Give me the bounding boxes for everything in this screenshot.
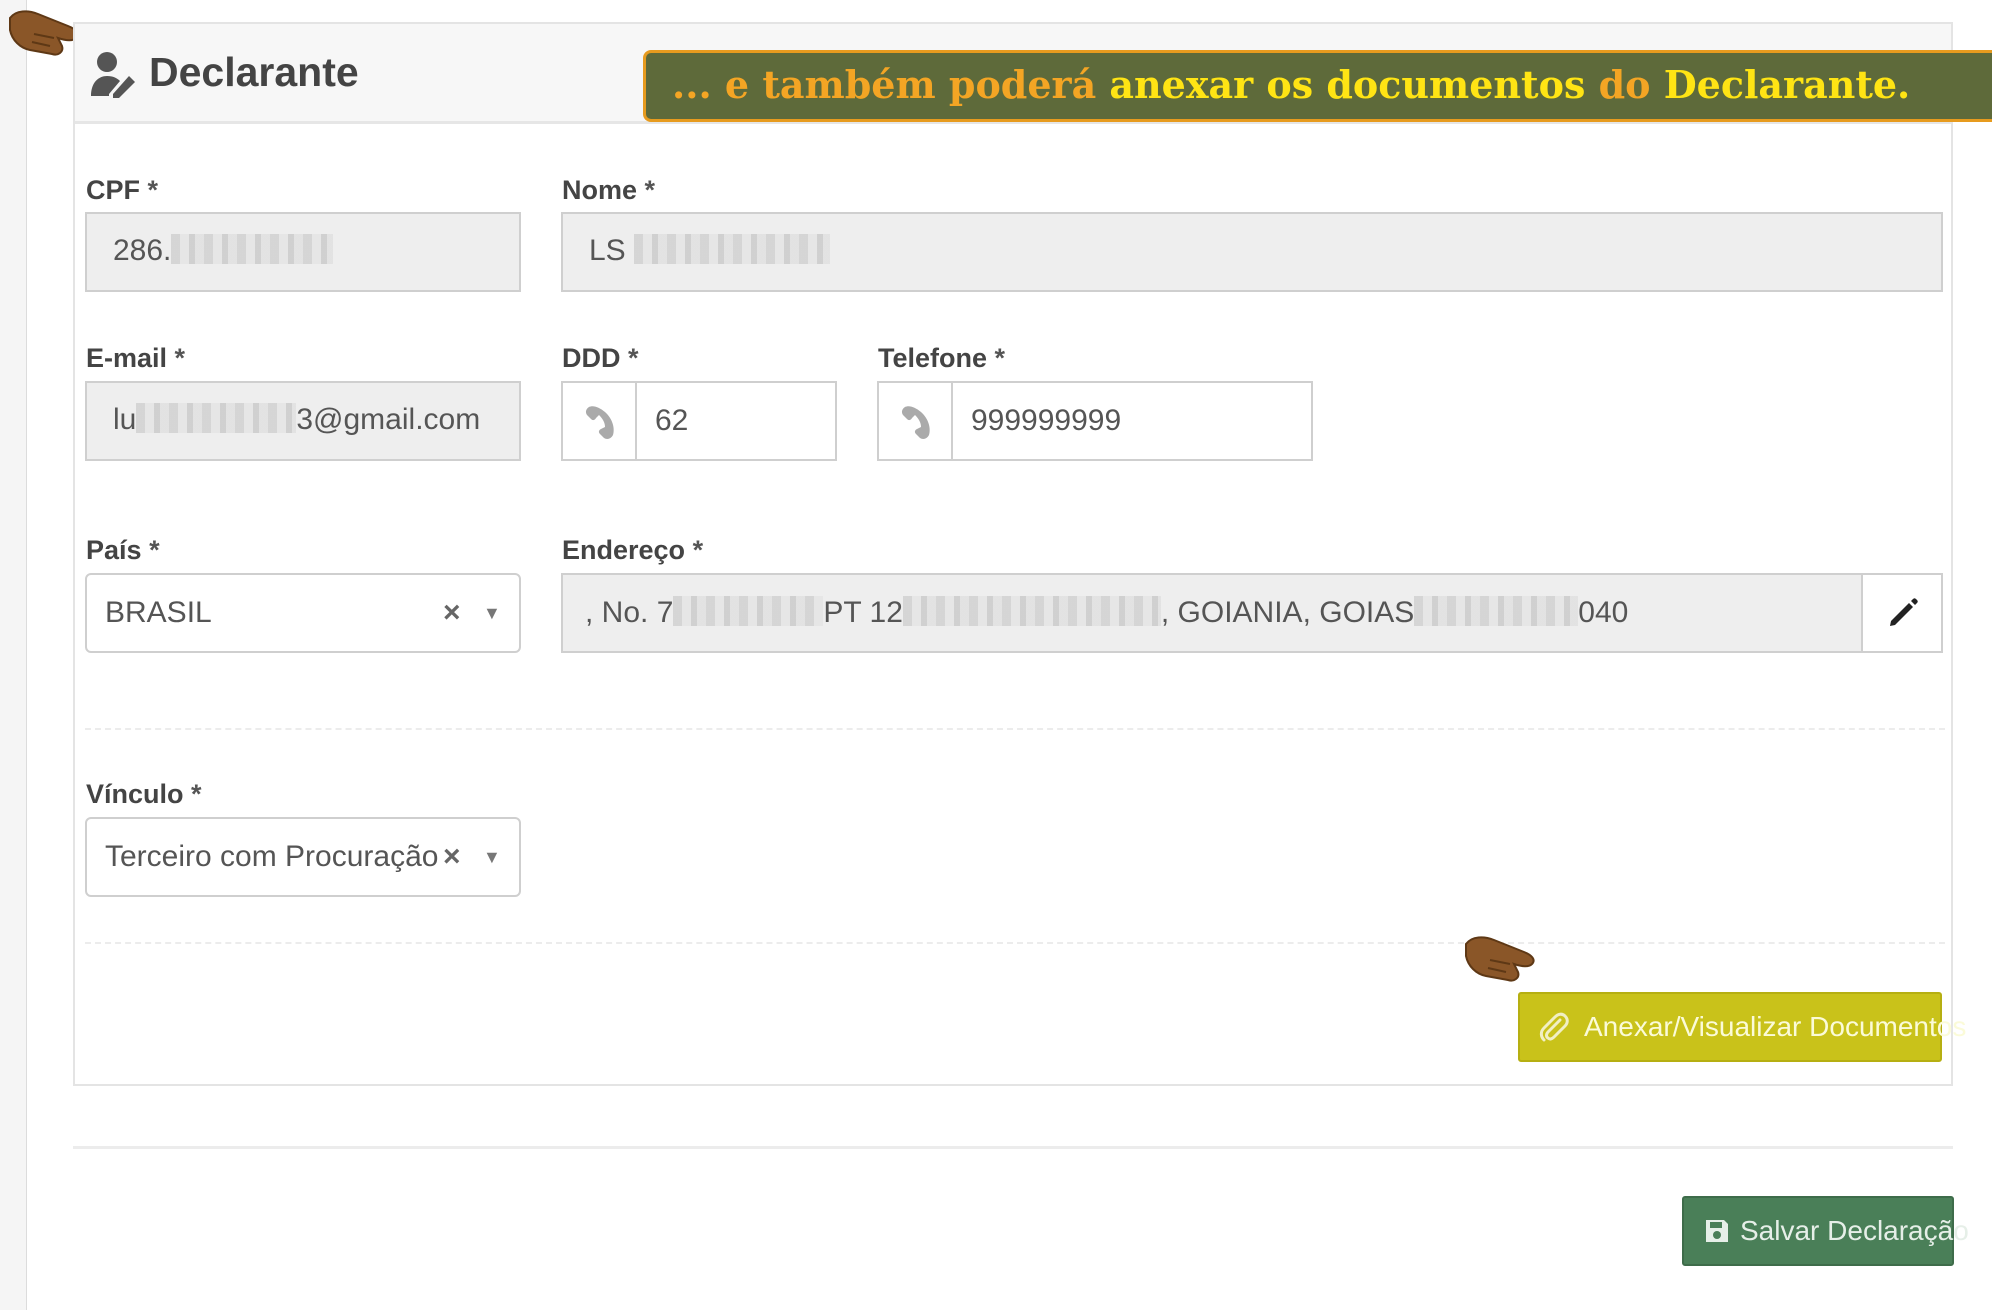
vinculo-value: Terceiro com Procuração [105,840,439,873]
email-field[interactable]: lu 3@gmail.com [85,381,521,461]
chevron-down-icon[interactable]: ▼ [483,575,501,651]
telefone-label: Telefone * [878,343,1006,373]
pais-label: País * [86,535,160,565]
redacted-block [136,403,297,434]
phone-addon [879,383,953,459]
paperclip-icon [1539,1012,1569,1042]
pais-value: BRASIL [105,596,212,629]
vinculo-label: Vínculo * [86,779,202,809]
phone-icon [585,406,614,439]
edit-address-button[interactable] [1861,575,1941,651]
email-label: E-mail * [86,343,186,373]
nome-label: Nome * [562,175,656,205]
telefone-value: 999999999 [971,404,1122,437]
phone-icon [901,406,930,439]
redacted-block [1414,596,1579,627]
pointing-hand-icon [1465,936,1535,982]
nome-field[interactable]: LS [561,212,1943,292]
dashed-separator [85,728,1945,730]
ddd-label: DDD * [562,343,639,373]
attach-documents-button[interactable]: Anexar/Visualizar Documentos [1518,992,1966,1062]
floppy-disk-icon [1706,1220,1728,1242]
pais-select[interactable]: BRASIL × ▼ [85,573,521,653]
cpf-label: CPF * [86,175,159,205]
endereco-field[interactable]: , No. 7 PT 12, GOIANIA, GOIAS 040 [561,573,1943,653]
pencil-icon [1890,598,1918,626]
redacted-block [673,596,824,627]
redacted-block [171,234,334,265]
telefone-input[interactable]: 999999999 [877,381,1313,461]
vinculo-select[interactable]: Terceiro com Procuração × ▼ [85,817,521,897]
phone-addon [563,383,637,459]
declarante-panel: Declarante CPF * 286. Nome * LS E-mail *… [73,22,1953,1086]
clear-icon[interactable]: × [443,819,461,895]
form-divider [73,1146,1953,1149]
dashed-separator [85,942,1945,944]
ddd-input[interactable]: 62 [561,381,837,461]
section-title: Declarante [149,49,359,95]
user-edit-icon [91,52,135,98]
ddd-value: 62 [655,404,689,437]
save-declaration-button[interactable]: Salvar Declaração [1682,1196,1969,1266]
redacted-block [634,234,831,265]
chevron-down-icon[interactable]: ▼ [483,819,501,895]
instruction-banner: ... e também poderá anexar os documentos… [643,50,1992,122]
left-rail [0,0,27,1310]
endereco-label: Endereço * [562,535,704,565]
cpf-field[interactable]: 286. [85,212,521,292]
redacted-block [902,596,1161,627]
clear-icon[interactable]: × [443,575,461,651]
